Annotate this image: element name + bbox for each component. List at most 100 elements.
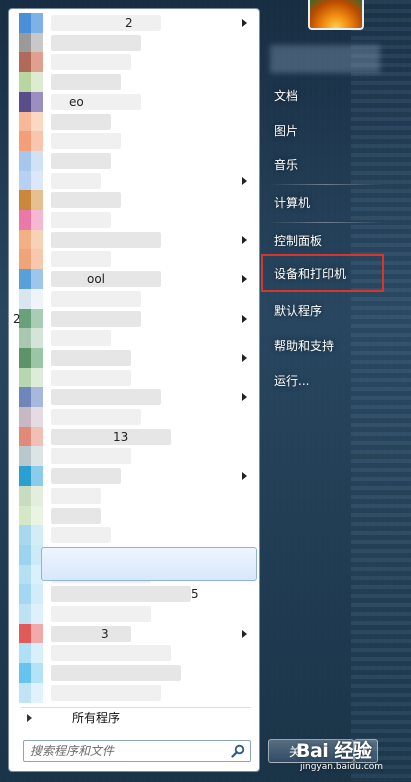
program-label: 5	[191, 587, 199, 602]
program-item[interactable]	[13, 210, 257, 230]
program-item[interactable]: 3	[13, 623, 257, 644]
submenu-arrow-icon[interactable]	[242, 176, 247, 185]
program-item[interactable]	[13, 72, 257, 93]
user-picture[interactable]	[308, 0, 364, 30]
program-item[interactable]	[13, 190, 257, 211]
program-item[interactable]	[13, 663, 257, 684]
program-icon	[19, 328, 43, 349]
program-list: 2eoool213s53	[9, 13, 259, 703]
menu-computer-label: 计算机	[274, 195, 311, 210]
program-name-blurred	[51, 625, 131, 642]
program-item[interactable]	[13, 32, 257, 53]
program-item[interactable]	[13, 131, 257, 152]
separator	[268, 222, 384, 223]
program-icon	[19, 111, 43, 132]
program-item[interactable]: ool	[13, 269, 257, 290]
menu-pictures[interactable]: 图片	[262, 115, 384, 145]
program-item[interactable]	[13, 466, 257, 487]
menu-documents[interactable]: 文档	[262, 80, 384, 110]
program-name-blurred	[51, 527, 111, 544]
program-item[interactable]	[13, 52, 257, 73]
submenu-arrow-icon[interactable]	[242, 235, 247, 244]
program-label: 2	[125, 16, 133, 30]
program-item[interactable]	[13, 604, 257, 624]
program-icon	[19, 466, 43, 487]
submenu-arrow-icon[interactable]	[242, 629, 247, 638]
program-item[interactable]	[13, 111, 257, 132]
submenu-arrow-icon[interactable]	[242, 275, 247, 284]
program-item[interactable]: 2	[13, 308, 257, 329]
program-icon	[19, 682, 43, 703]
menu-default-programs[interactable]: 默认程序	[262, 295, 384, 325]
program-icon	[19, 229, 43, 250]
program-name-blurred	[51, 369, 131, 386]
program-item[interactable]	[13, 682, 257, 703]
program-name-blurred	[51, 448, 131, 465]
baidu-watermark: Bai 经验 jingyan.baidu.com	[296, 734, 411, 782]
program-item[interactable]	[13, 170, 257, 191]
menu-music[interactable]: 音乐	[262, 149, 384, 179]
menu-help-support[interactable]: 帮助和支持	[262, 330, 384, 360]
program-icon	[19, 150, 43, 171]
submenu-arrow-icon[interactable]	[242, 314, 247, 323]
program-item[interactable]	[13, 505, 257, 526]
program-item[interactable]: 2	[13, 13, 257, 33]
program-icon	[19, 426, 43, 447]
program-item[interactable]: 5	[13, 584, 257, 605]
menu-computer[interactable]: 计算机	[262, 187, 384, 217]
program-icon	[19, 643, 43, 664]
program-item[interactable]	[13, 525, 257, 546]
program-item[interactable]	[13, 643, 257, 664]
program-item[interactable]	[13, 387, 257, 408]
search-input[interactable]	[24, 741, 224, 761]
program-name-blurred	[51, 330, 111, 347]
program-item[interactable]: 13	[13, 426, 257, 447]
program-name-blurred	[51, 468, 121, 485]
search-icon[interactable]	[231, 744, 245, 758]
program-item[interactable]	[13, 328, 257, 349]
annotation-highlight-box	[261, 254, 384, 292]
program-name-blurred	[51, 271, 161, 288]
menu-control-panel[interactable]: 控制面板	[262, 225, 384, 255]
program-icon	[19, 446, 43, 467]
program-item[interactable]	[13, 367, 257, 388]
program-icon	[19, 485, 43, 506]
program-item[interactable]	[13, 288, 257, 309]
program-item[interactable]	[13, 229, 257, 250]
watermark-url: jingyan.baidu.com	[300, 762, 384, 772]
program-icon	[19, 367, 43, 388]
program-item[interactable]	[13, 446, 257, 467]
program-name-blurred	[51, 586, 191, 603]
menu-run[interactable]: 运行...	[262, 365, 384, 395]
submenu-arrow-icon[interactable]	[242, 353, 247, 362]
program-label: 3	[101, 626, 109, 641]
program-name-blurred	[51, 487, 101, 504]
program-name-blurred	[51, 684, 161, 701]
submenu-arrow-icon[interactable]	[242, 393, 247, 402]
program-name-blurred	[51, 645, 171, 662]
program-item[interactable]: eo	[13, 91, 257, 112]
all-programs-button[interactable]: 所有程序	[21, 707, 251, 727]
program-name-blurred	[51, 389, 161, 406]
program-item[interactable]	[13, 347, 257, 368]
program-icon	[19, 663, 43, 684]
program-name-blurred	[51, 231, 161, 248]
program-icon	[19, 604, 43, 624]
program-item[interactable]	[13, 249, 257, 270]
program-name-blurred	[51, 54, 131, 71]
program-name-blurred	[51, 409, 141, 425]
program-item[interactable]	[13, 150, 257, 171]
submenu-arrow-icon[interactable]	[242, 472, 247, 481]
program-item[interactable]	[13, 407, 257, 427]
submenu-arrow-icon[interactable]	[242, 19, 247, 27]
program-icon	[19, 131, 43, 152]
program-item[interactable]	[13, 485, 257, 506]
program-icon	[19, 249, 43, 270]
program-icon	[19, 91, 43, 112]
menu-pictures-label: 图片	[274, 123, 299, 138]
menu-help-support-label: 帮助和支持	[274, 338, 335, 353]
program-name-blurred	[51, 507, 101, 524]
search-box[interactable]	[23, 740, 251, 762]
program-name-blurred	[51, 428, 171, 445]
menu-control-panel-label: 控制面板	[274, 233, 323, 248]
